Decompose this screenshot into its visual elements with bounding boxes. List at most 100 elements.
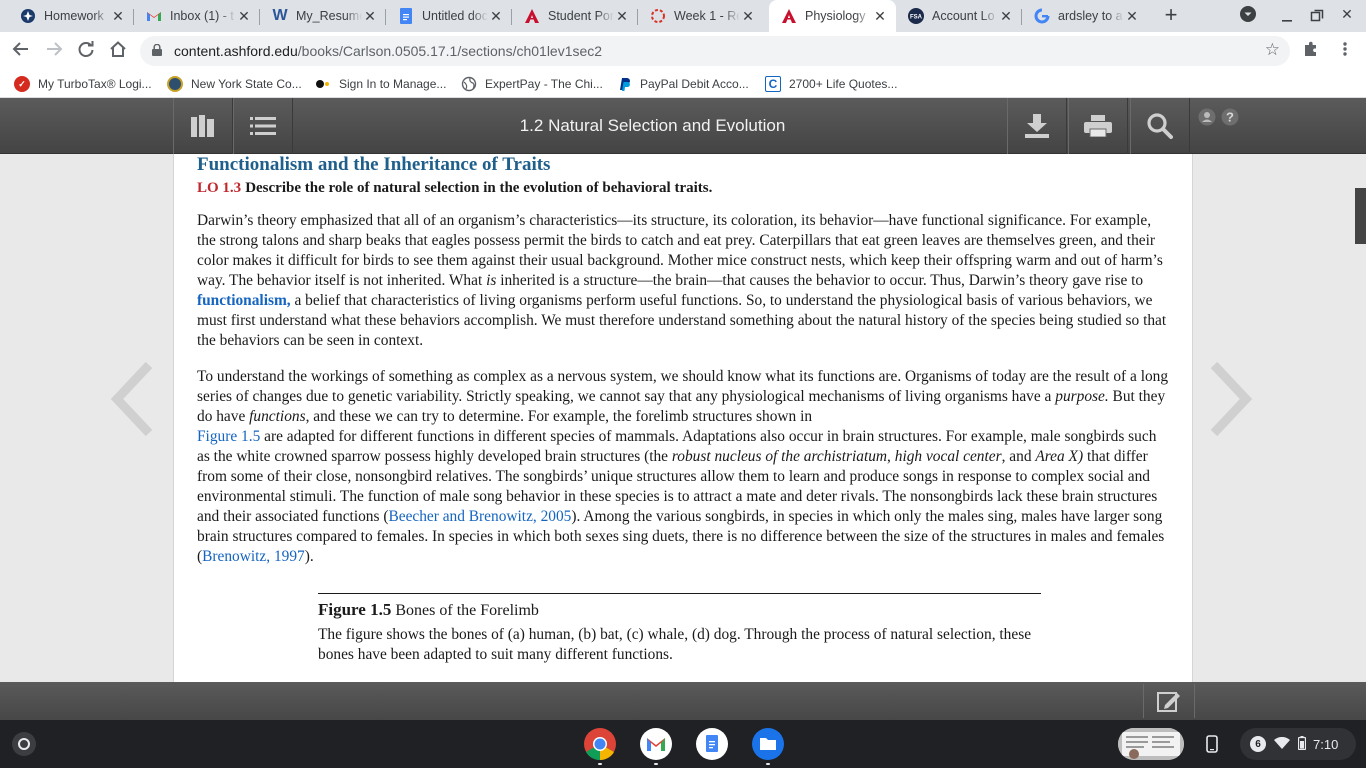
table-of-contents-icon[interactable] (233, 98, 293, 154)
close-icon[interactable]: ✕ (1124, 8, 1140, 25)
text-run: purpose. (1055, 388, 1109, 405)
tab-inbox[interactable]: Inbox (1) - t ✕ (134, 0, 260, 32)
reader-header: 1.2 Natural Selection and Evolution ? (0, 98, 1366, 154)
lo-text: Describe the role of natural selection i… (245, 180, 713, 196)
reader-footer (0, 682, 1366, 720)
bookmark-star-icon[interactable]: ☆ (1265, 40, 1280, 60)
library-icon[interactable] (173, 98, 233, 154)
book-page: Functionalism and the Inheritance of Tra… (173, 154, 1193, 682)
homework-favicon-icon (20, 8, 36, 24)
new-tab-button[interactable]: + (1160, 4, 1182, 26)
user-icon[interactable] (1198, 108, 1216, 131)
url-domain: content.ashford.edu (174, 43, 298, 59)
scrollbar-thumb[interactable] (1355, 188, 1366, 244)
clock-time: 7:10 (1313, 736, 1339, 752)
bookmark-sign-in[interactable]: Sign In to Manage... (315, 76, 446, 92)
address-bar[interactable]: content.ashford.edu/books/Carlson.0505.1… (140, 36, 1290, 66)
tab-label: Physiology (805, 9, 866, 23)
bookmark-label: 2700+ Life Quotes... (789, 77, 898, 91)
running-indicator (766, 763, 770, 765)
globe-icon (461, 76, 477, 92)
status-tray[interactable]: 6 7:10 (1240, 728, 1356, 760)
tab-homework[interactable]: Homework ✕ (8, 0, 134, 32)
tab-search-icon[interactable] (1237, 5, 1259, 25)
quotes-icon: C (765, 76, 781, 92)
tab-physiology[interactable]: Physiology ✕ (769, 0, 896, 32)
browser-toolbar: content.ashford.edu/books/Carlson.0505.1… (0, 32, 1366, 70)
reload-icon[interactable] (75, 40, 97, 62)
notification-count-badge: 6 (1250, 736, 1266, 752)
restore-icon[interactable] (1306, 6, 1328, 26)
close-icon[interactable]: ✕ (998, 8, 1014, 25)
tab-resume[interactable]: W My_Resume ✕ (260, 0, 386, 32)
manage-icon (315, 76, 331, 92)
close-icon[interactable]: ✕ (740, 8, 756, 25)
google-favicon-icon (1034, 8, 1050, 24)
phone-hub-icon[interactable] (1198, 730, 1226, 758)
battery-icon (1297, 735, 1307, 753)
bookmarks-bar: ✓ My TurboTax® Logi... New York State Co… (0, 70, 1366, 98)
figure-link[interactable]: Figure 1.5 (197, 428, 260, 445)
notes-icon[interactable] (1143, 684, 1195, 718)
bookmark-expertpay[interactable]: ExpertPay - The Chi... (461, 76, 603, 92)
tab-label: Week 1 - Re (674, 9, 740, 23)
close-icon[interactable]: ✕ (488, 8, 504, 25)
tab-week1[interactable]: Week 1 - Re ✕ (638, 0, 764, 32)
launcher-icon[interactable] (12, 732, 36, 756)
files-app-icon[interactable] (752, 728, 784, 760)
back-icon[interactable] (10, 40, 32, 62)
minimize-icon[interactable] (1276, 6, 1298, 26)
bookmark-paypal[interactable]: PayPal Debit Acco... (616, 76, 749, 92)
tab-strip: Homework ✕ Inbox (1) - t ✕ W My_Resume ✕… (0, 0, 1366, 32)
bookmark-nys[interactable]: New York State Co... (167, 76, 302, 92)
text-run: functions (249, 408, 306, 425)
close-window-icon[interactable]: ✕ (1336, 6, 1358, 26)
docs-favicon-icon (398, 8, 414, 24)
tab-untitled-doc[interactable]: Untitled doc ✕ (386, 0, 512, 32)
tab-google-search[interactable]: ardsley to a ✕ (1022, 0, 1148, 32)
tab-student-portal[interactable]: Student Por ✕ (512, 0, 638, 32)
screenshot-thumbnail[interactable] (1118, 728, 1184, 760)
print-icon[interactable] (1068, 98, 1128, 154)
citation-link[interactable]: Beecher and Brenowitz, 2005 (388, 508, 571, 525)
turbotax-icon: ✓ (14, 76, 30, 92)
close-icon[interactable]: ✕ (614, 8, 630, 25)
ashford-favicon-icon (781, 8, 797, 24)
download-icon[interactable] (1007, 98, 1067, 154)
tab-account-login[interactable]: FSA Account Lo ✕ (896, 0, 1022, 32)
close-icon[interactable]: ✕ (110, 8, 126, 25)
text-run: a belief that characteristics of living … (197, 292, 1167, 349)
learning-objective: LO 1.3 Describe the role of natural selec… (197, 178, 1169, 198)
text-run: is (486, 272, 497, 289)
home-icon[interactable] (107, 40, 129, 62)
section-heading: Functionalism and the Inheritance of Tra… (197, 154, 551, 175)
bookmark-quotes[interactable]: C 2700+ Life Quotes... (765, 76, 897, 92)
paragraph-1: Darwin’s theory emphasized that all of a… (197, 211, 1169, 351)
next-page-icon[interactable] (1202, 359, 1262, 439)
text-run: robust nucleus of the archistriatum (671, 448, 888, 465)
tab-label: Account Lo (932, 9, 995, 23)
close-icon[interactable]: ✕ (236, 8, 252, 25)
url-text: content.ashford.edu/books/Carlson.0505.1… (174, 43, 602, 59)
previous-page-icon[interactable] (105, 359, 165, 439)
reader-content-area: Functionalism and the Inheritance of Tra… (0, 154, 1366, 682)
close-icon[interactable]: ✕ (872, 8, 888, 25)
close-icon[interactable]: ✕ (362, 8, 378, 25)
forward-icon[interactable] (43, 40, 65, 62)
search-icon[interactable] (1130, 98, 1190, 154)
ashford-favicon-icon (524, 8, 540, 24)
gmail-app-icon[interactable] (640, 728, 672, 760)
bookmark-label: My TurboTax® Logi... (38, 77, 152, 91)
citation-link[interactable]: Brenowitz, 1997 (202, 548, 305, 565)
menu-kebab-icon[interactable] (1334, 40, 1356, 62)
text-run: ). (304, 548, 314, 565)
glossary-link-functionalism[interactable]: functionalism, (197, 292, 291, 309)
tab-label: Student Por (548, 9, 614, 23)
chrome-app-icon[interactable] (584, 728, 616, 761)
extensions-icon[interactable] (1300, 40, 1322, 62)
text-run: Area X) (1035, 448, 1084, 465)
help-icon[interactable]: ? (1221, 108, 1239, 131)
docs-app-icon[interactable] (696, 728, 728, 760)
paypal-icon (616, 76, 632, 92)
bookmark-turbotax[interactable]: ✓ My TurboTax® Logi... (14, 76, 152, 92)
